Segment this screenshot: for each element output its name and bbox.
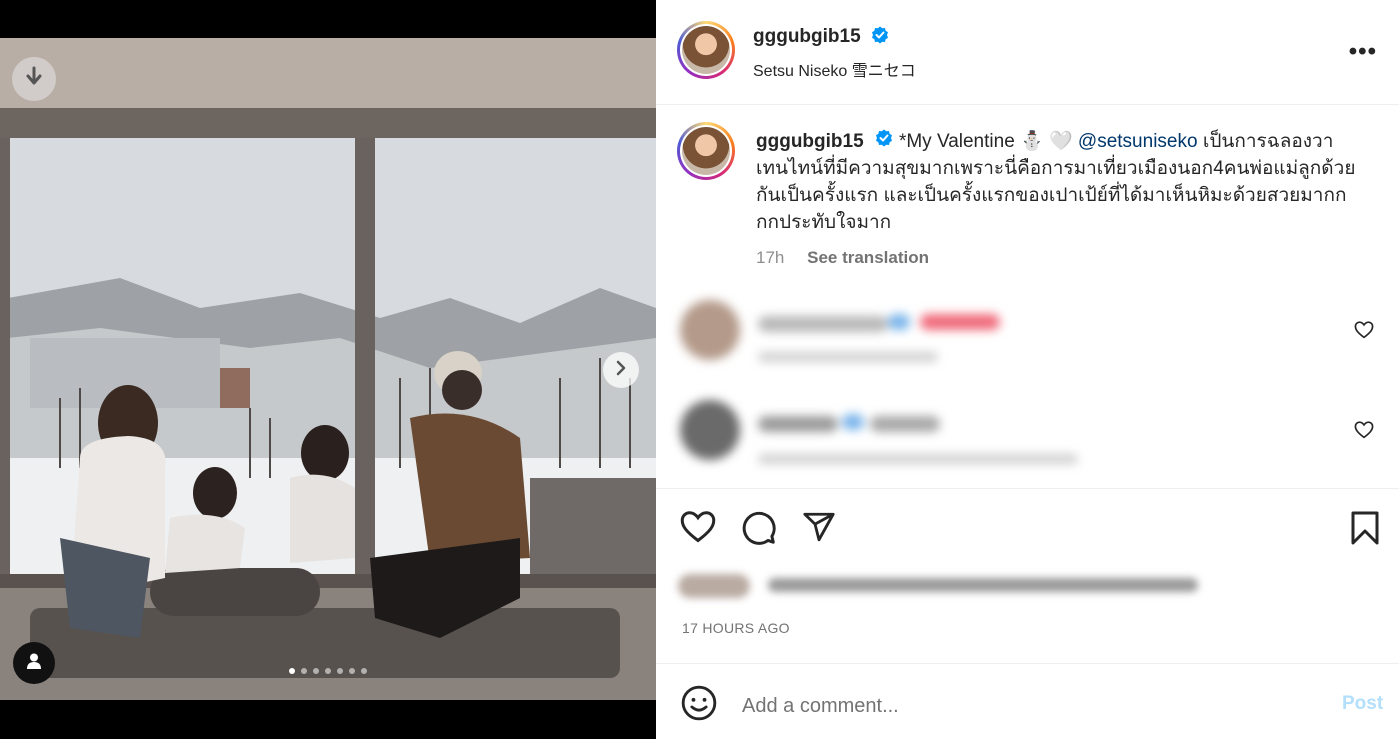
post-location[interactable]: Setsu Niseko 雪ニセコ [753,57,916,81]
caption-mention-link[interactable]: @setsuniseko [1078,131,1198,152]
verified-badge-icon [875,128,893,155]
carousel-dot [301,668,307,674]
caption-meta: 17h See translation [756,248,929,268]
post-timestamp[interactable]: 17 HOURS AGO [682,620,790,636]
download-button[interactable] [12,57,56,101]
author-username[interactable]: gggubgib15 [753,26,861,47]
add-comment-input[interactable] [740,690,1304,722]
post-comment-button[interactable]: Post [1342,693,1383,715]
paper-plane-icon[interactable] [801,510,837,549]
post-caption: gggubgib15 *My Valentine ⛄️ 🤍 @setsunise… [756,128,1356,236]
caption-username[interactable]: gggubgib15 [756,131,864,152]
carousel-dot [325,668,331,674]
see-translation-button[interactable]: See translation [807,248,929,267]
liked-by-row[interactable] [678,570,1238,600]
caption-age[interactable]: 17h [756,248,784,267]
carousel-next-button[interactable] [603,352,639,388]
carousel-dot [361,668,367,674]
emoji-smiley-icon[interactable] [680,684,718,727]
chevron-right-icon [614,360,628,381]
comment-item [680,296,1380,376]
verified-badge-icon [871,26,889,49]
carousel-dot [289,668,295,674]
caption-avatar[interactable] [677,122,735,180]
carousel-indicator [0,668,656,674]
bookmark-icon[interactable] [1350,510,1380,551]
more-options-icon[interactable]: ••• [1349,38,1377,66]
caption-text-prefix: *My Valentine [898,131,1021,152]
carousel-dot [337,668,343,674]
heart-icon[interactable] [680,510,716,549]
comment-like-heart-icon[interactable] [1354,421,1374,444]
media-panel [0,0,656,739]
author-avatar[interactable] [677,21,735,79]
carousel-dot [313,668,319,674]
post-details-panel: gggubgib15 Setsu Niseko 雪ニセコ ••• gggubgi… [656,0,1399,739]
post-photo[interactable] [0,38,656,700]
download-arrow-icon [24,66,44,93]
comment-item [680,396,1380,476]
carousel-dot [349,668,355,674]
comment-like-heart-icon[interactable] [1354,321,1374,344]
caption-emoji: ⛄️ 🤍 [1020,131,1073,152]
tagged-users-button[interactable] [13,642,55,684]
comment-bubble-icon[interactable] [741,510,777,551]
post-header: gggubgib15 Setsu Niseko 雪ニセコ ••• [656,0,1399,105]
actions-divider [656,488,1399,489]
comment-box-divider [656,663,1399,664]
